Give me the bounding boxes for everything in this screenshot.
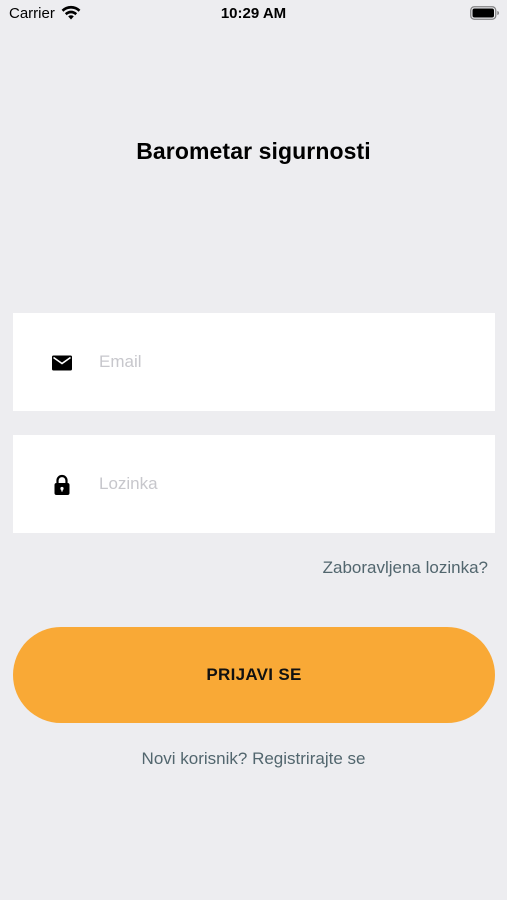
lock-icon xyxy=(50,473,74,497)
email-field[interactable] xyxy=(13,313,495,411)
email-input[interactable] xyxy=(99,313,479,411)
status-bar: Carrier 10:29 AM xyxy=(0,0,507,28)
forgot-password-link[interactable]: Zaboravljena lozinka? xyxy=(323,558,488,578)
password-input[interactable] xyxy=(99,435,479,533)
password-field[interactable] xyxy=(13,435,495,533)
battery-icon xyxy=(470,5,500,21)
register-link[interactable]: Novi korisnik? Registrirajte se xyxy=(0,749,507,769)
page-title: Barometar sigurnosti xyxy=(136,138,371,164)
mail-icon xyxy=(50,351,74,375)
login-button[interactable]: PRIJAVI SE xyxy=(13,627,495,723)
status-time: 10:29 AM xyxy=(220,5,287,22)
